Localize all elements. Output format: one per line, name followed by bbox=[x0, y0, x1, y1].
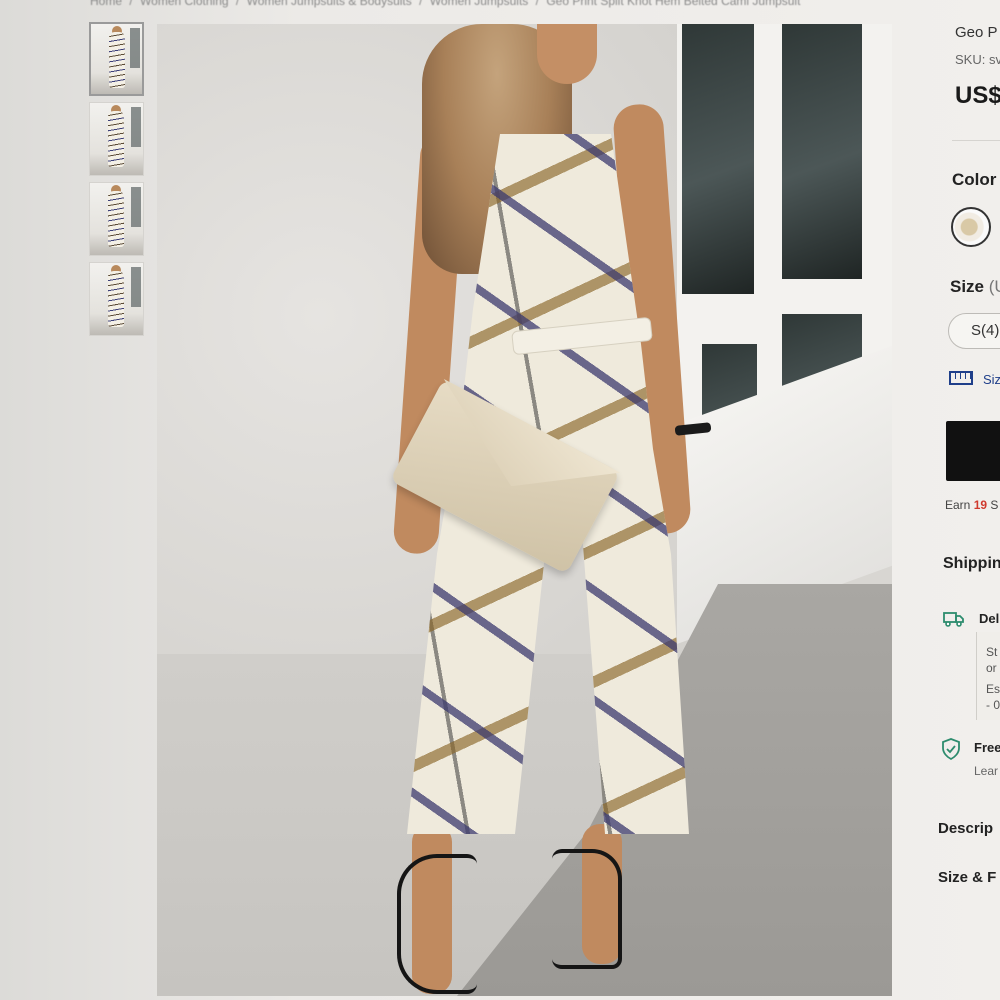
free-return-label: Free bbox=[974, 740, 1000, 755]
model-face bbox=[537, 24, 597, 84]
breadcrumb: Home / Women Clothing / Women Jumpsuits … bbox=[90, 0, 970, 8]
add-to-cart-button[interactable] bbox=[946, 421, 1000, 481]
learn-more-link[interactable]: Lear bbox=[974, 764, 998, 778]
shipping-section-title: Shippin bbox=[943, 555, 1000, 572]
thumbnail-image[interactable] bbox=[89, 102, 144, 176]
points-suffix: S bbox=[987, 498, 999, 512]
thumbnail-window bbox=[131, 187, 141, 227]
breadcrumb-current-product: Geo Print Split Knot Hem Belted Cami Jum… bbox=[546, 0, 801, 8]
left-sandal bbox=[397, 854, 477, 994]
size-option-s[interactable]: S(4) bbox=[948, 313, 1000, 349]
shield-check-icon-svg bbox=[942, 738, 960, 761]
truck-icon-svg bbox=[943, 612, 964, 627]
photo-window-pane bbox=[682, 24, 754, 294]
color-label: Color bbox=[952, 170, 997, 189]
points-prefix: Earn bbox=[945, 498, 974, 512]
breadcrumb-separator: / bbox=[419, 0, 423, 8]
main-product-image[interactable] bbox=[157, 24, 892, 996]
estimated-delivery-text: Es - 0 bbox=[986, 682, 1000, 712]
size-label-suffix: (U bbox=[988, 277, 1000, 296]
breadcrumb-women-jumpsuits[interactable]: Women Jumpsuits bbox=[430, 0, 528, 8]
breadcrumb-separator: / bbox=[535, 0, 539, 8]
ruler-icon[interactable] bbox=[949, 371, 973, 385]
product-sku: SKU: sv bbox=[955, 52, 1000, 67]
points-earn-text: Earn 19 S bbox=[945, 498, 998, 512]
breadcrumb-separator: / bbox=[235, 0, 240, 8]
size-label-text: Size bbox=[950, 277, 985, 296]
breadcrumb-home[interactable]: Home bbox=[90, 0, 122, 8]
thumbnail-window bbox=[131, 107, 141, 147]
description-section-toggle[interactable]: Descrip bbox=[938, 820, 993, 837]
points-value: 19 bbox=[973, 498, 988, 512]
right-sandal bbox=[552, 849, 622, 969]
size-fit-section-toggle[interactable]: Size & F bbox=[938, 869, 996, 886]
size-label: Size (U bbox=[950, 277, 1000, 297]
standard-shipping-text: St or bbox=[986, 645, 998, 675]
product-title: Geo P bbox=[955, 24, 998, 41]
size-guide-link[interactable]: Siz bbox=[983, 372, 1000, 387]
truck-icon bbox=[943, 610, 967, 628]
thumbnail-model bbox=[108, 191, 124, 247]
thumbnail-image[interactable] bbox=[89, 182, 144, 256]
breadcrumb-separator: / bbox=[129, 0, 133, 8]
breadcrumb-women-clothing[interactable]: Women Clothing bbox=[140, 0, 229, 8]
thumbnail-gallery bbox=[89, 22, 149, 342]
thumbnail-window bbox=[130, 28, 140, 68]
photo-window-pane bbox=[782, 24, 862, 279]
color-swatch-selected[interactable] bbox=[951, 207, 991, 247]
product-price: US$ bbox=[955, 82, 1000, 109]
product-info-panel: Geo P SKU: sv US$ Color Size (U S(4) Siz… bbox=[938, 20, 1000, 1000]
thumbnail-model bbox=[108, 111, 124, 167]
thumbnail-model bbox=[109, 32, 125, 88]
delivery-label: Del bbox=[979, 611, 1000, 626]
breadcrumb-jumpsuits-bodysuits[interactable]: Women Jumpsuits & Bodysuits bbox=[247, 0, 412, 8]
thumbnail-image[interactable] bbox=[89, 262, 144, 336]
thumbnail-image[interactable] bbox=[89, 22, 144, 96]
divider bbox=[952, 140, 1000, 141]
shield-check-icon bbox=[941, 738, 963, 761]
thumbnail-model bbox=[108, 271, 124, 327]
thumbnail-window bbox=[131, 267, 141, 307]
product-page: Home / Women Clothing / Women Jumpsuits … bbox=[0, 0, 1000, 1000]
